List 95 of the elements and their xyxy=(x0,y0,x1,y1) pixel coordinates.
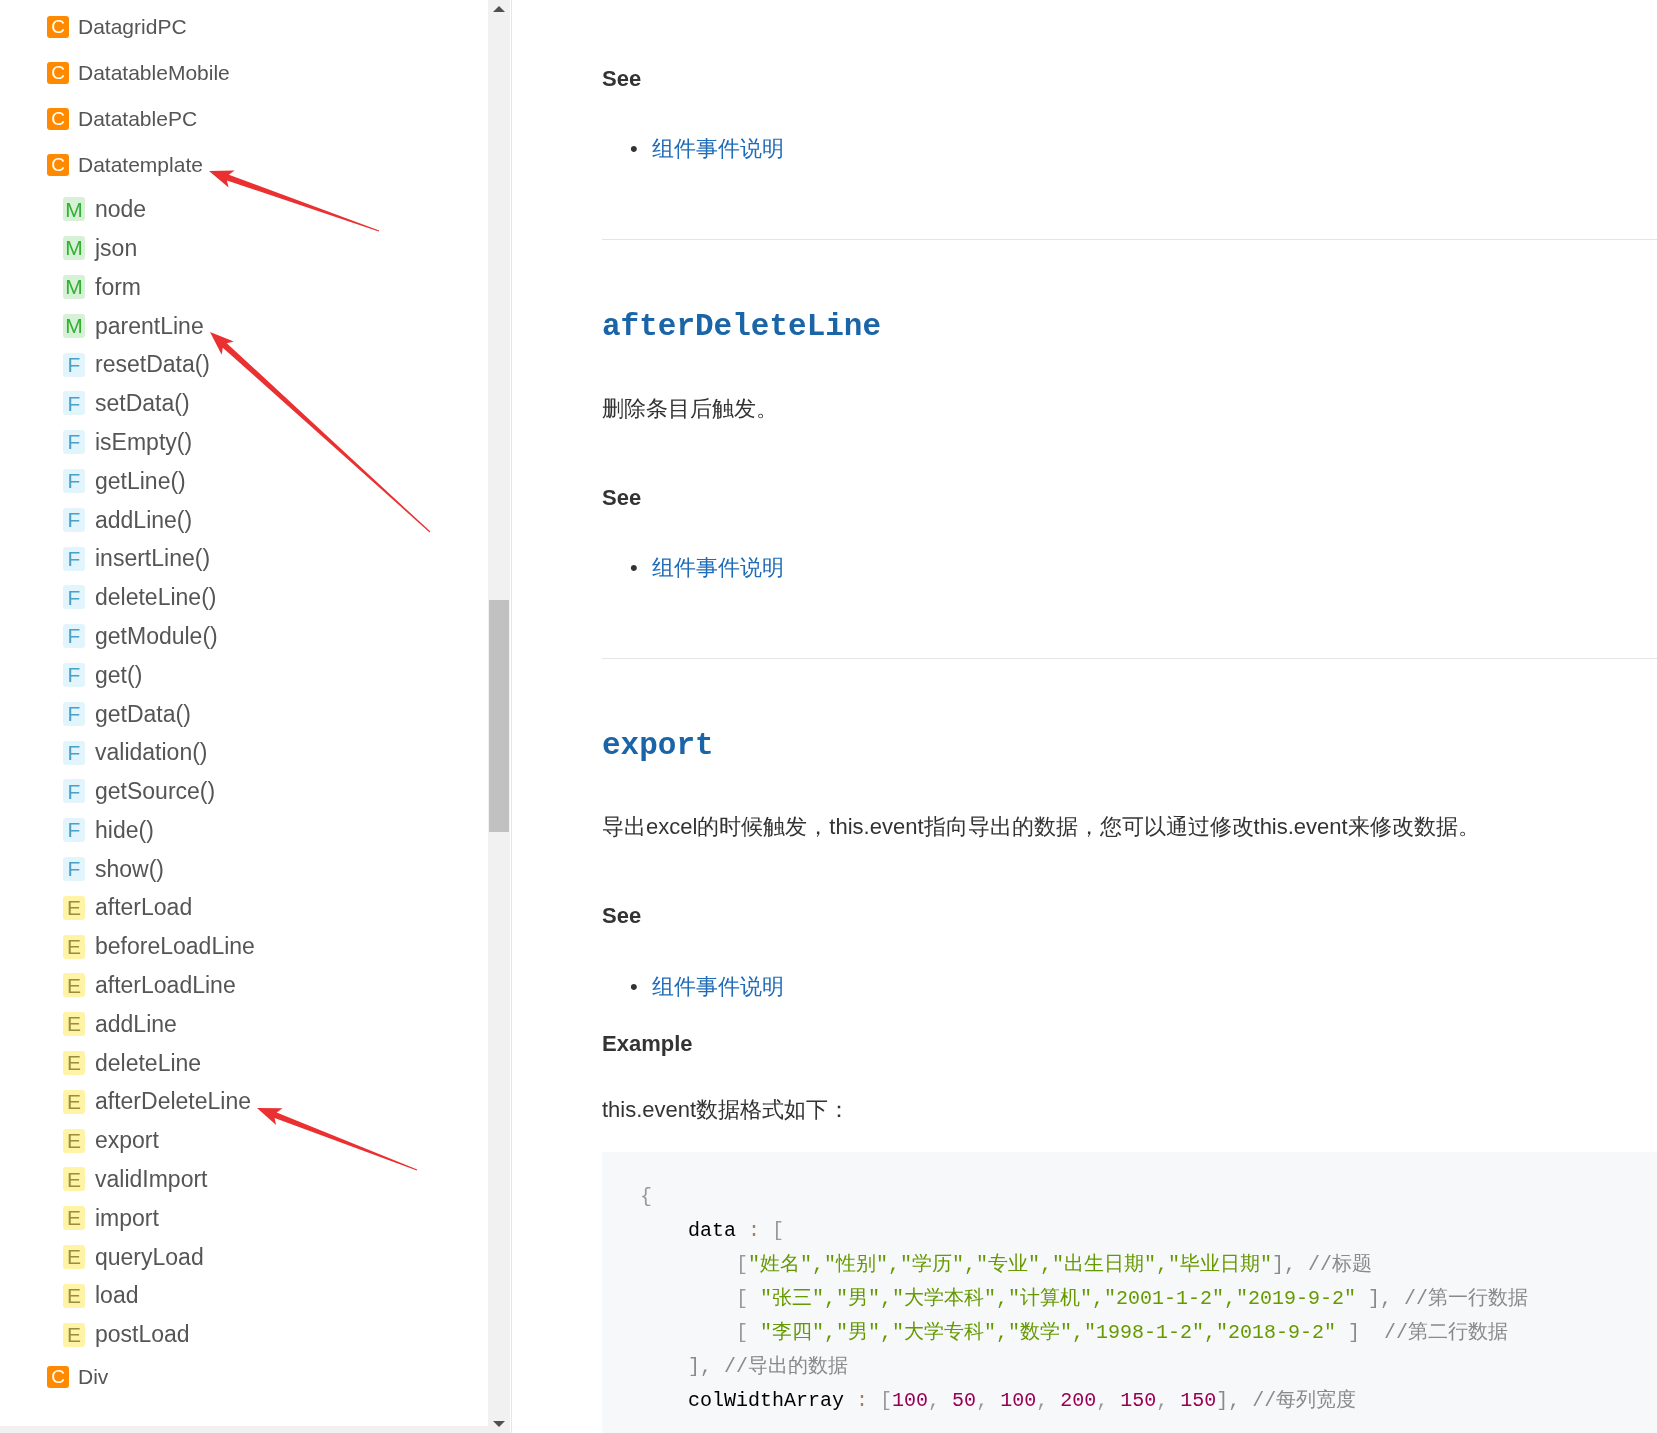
function-badge: F xyxy=(63,391,85,416)
tree-item-link[interactable]: json xyxy=(95,234,138,261)
tree-item-link[interactable]: export xyxy=(95,1127,159,1154)
tree-item-link[interactable]: postLoad xyxy=(95,1321,190,1348)
section-title: export xyxy=(602,726,715,765)
bullet: • xyxy=(630,553,638,582)
tree-item-link[interactable]: addLine() xyxy=(95,506,193,533)
tree-item-link[interactable]: getData() xyxy=(95,700,191,727)
tree-item-link[interactable]: DatatableMobile xyxy=(78,61,230,85)
tree-item-link[interactable]: getSource() xyxy=(95,778,216,805)
event-badge: E xyxy=(63,1322,85,1347)
function-badge: F xyxy=(63,352,85,377)
section-title: afterDeleteLine xyxy=(602,308,883,346)
tree-item-link[interactable]: form xyxy=(95,273,141,300)
event-badge: E xyxy=(63,1128,85,1153)
class-badge: C xyxy=(47,108,69,130)
code-line: ], //导出的数据 xyxy=(687,1353,849,1380)
bullet: • xyxy=(630,135,638,164)
function-badge: F xyxy=(63,468,85,493)
tree-item-link[interactable]: validation() xyxy=(95,739,208,766)
tree-item-link[interactable]: addLine xyxy=(95,1010,177,1037)
event-badge: E xyxy=(63,1283,85,1308)
code-line: { xyxy=(640,1183,652,1210)
tree-item-link[interactable]: beforeLoadLine xyxy=(95,933,255,960)
see-heading: See xyxy=(602,903,643,930)
class-badge: C xyxy=(47,16,69,38)
tree-item-link[interactable]: setData() xyxy=(95,390,190,417)
event-badge: E xyxy=(63,895,85,920)
class-badge: C xyxy=(47,1365,69,1388)
member-badge: M xyxy=(63,313,85,338)
tree-item-link[interactable]: isEmpty() xyxy=(95,428,193,455)
tree-item-link[interactable]: Div xyxy=(78,1365,109,1389)
member-badge: M xyxy=(63,197,85,222)
event-badge: E xyxy=(63,1206,85,1231)
function-badge: F xyxy=(63,740,85,765)
function-badge: F xyxy=(63,662,85,687)
description-text: 删除条目后触发。 xyxy=(602,394,779,423)
example-heading: Example xyxy=(602,1030,694,1057)
function-badge: F xyxy=(63,430,85,455)
tree-item-link[interactable]: afterLoadLine xyxy=(95,972,236,999)
event-badge: E xyxy=(63,934,85,959)
tree-item-link[interactable]: show() xyxy=(95,855,164,882)
function-badge: F xyxy=(63,856,85,881)
code-line: colWidthArray : [100, 50, 100, 200, 150, 150], //每列宽度 xyxy=(687,1387,1357,1414)
link[interactable]: 组件事件说明 xyxy=(651,132,784,166)
tree-item-link[interactable]: getLine() xyxy=(95,467,186,494)
tree-item-link[interactable]: hide() xyxy=(95,816,154,843)
event-badge: E xyxy=(63,1244,85,1269)
function-badge: F xyxy=(63,779,85,804)
tree-item-link[interactable]: getModule() xyxy=(95,622,218,649)
bullet: • xyxy=(630,972,638,1001)
code-line: ["姓名","性别","学历","专业","出生日期","毕业日期"], //标题 xyxy=(735,1251,1373,1278)
see-heading: See xyxy=(602,484,643,511)
tree-item-link[interactable]: load xyxy=(95,1282,139,1309)
tree-item-link[interactable]: afterDeleteLine xyxy=(95,1088,251,1115)
event-badge: E xyxy=(63,1012,85,1037)
tree-item-link[interactable]: DatagridPC xyxy=(78,15,187,39)
description-text: 导出excel的时候触发，this.event指向导出的数据，您可以通过修改this.event来修改数据。 xyxy=(602,813,1481,842)
scrollbar[interactable] xyxy=(488,0,510,1433)
scroll-up-icon[interactable] xyxy=(493,6,505,12)
tree-item-link[interactable]: insertLine() xyxy=(95,545,211,572)
tree-item-link[interactable]: validImport xyxy=(95,1166,208,1193)
member-badge: M xyxy=(63,236,85,261)
function-badge: F xyxy=(63,546,85,571)
link[interactable]: 组件事件说明 xyxy=(651,550,784,584)
tree-item-link[interactable]: get() xyxy=(95,661,143,688)
class-badge: C xyxy=(47,154,69,176)
function-badge: F xyxy=(63,701,85,726)
member-badge: M xyxy=(63,275,85,299)
see-heading: See xyxy=(602,66,643,93)
intro-text: this.event数据格式如下： xyxy=(602,1095,852,1124)
event-badge: E xyxy=(63,1167,85,1192)
tree-item-link[interactable]: DatatablePC xyxy=(78,107,198,131)
tree-item-link[interactable]: import xyxy=(95,1204,159,1231)
tree-item-link[interactable]: resetData() xyxy=(95,351,211,378)
tree-item-link[interactable]: afterLoad xyxy=(95,894,193,921)
event-badge: E xyxy=(63,1089,85,1114)
function-badge: F xyxy=(63,507,85,532)
tree-item-link[interactable]: parentLine xyxy=(95,312,204,339)
code-line: [ "李四","男","大学专科","数学","1998-1-2","2018-9-2" ] //第二行数据 xyxy=(735,1319,1509,1346)
tree-item-link[interactable]: deleteLine() xyxy=(95,584,217,611)
event-badge: E xyxy=(63,1050,85,1075)
link[interactable]: 组件事件说明 xyxy=(651,969,784,1003)
tree-item-link[interactable]: deleteLine xyxy=(95,1049,202,1076)
function-badge: F xyxy=(63,624,85,649)
tree-item-link[interactable]: node xyxy=(95,196,147,223)
class-badge: C xyxy=(47,62,69,84)
tree-item-link[interactable]: Datatemplate xyxy=(78,153,203,177)
code-line: data : [ xyxy=(687,1217,785,1244)
scroll-thumb[interactable] xyxy=(489,600,509,832)
tree-item-link[interactable]: queryLoad xyxy=(95,1243,204,1270)
event-badge: E xyxy=(63,973,85,998)
function-badge: F xyxy=(63,585,85,610)
code-line: [ "张三","男","大学本科","计算机","2001-1-2","2019-9-2" ], //第一行数据 xyxy=(735,1285,1529,1312)
function-badge: F xyxy=(63,818,85,843)
